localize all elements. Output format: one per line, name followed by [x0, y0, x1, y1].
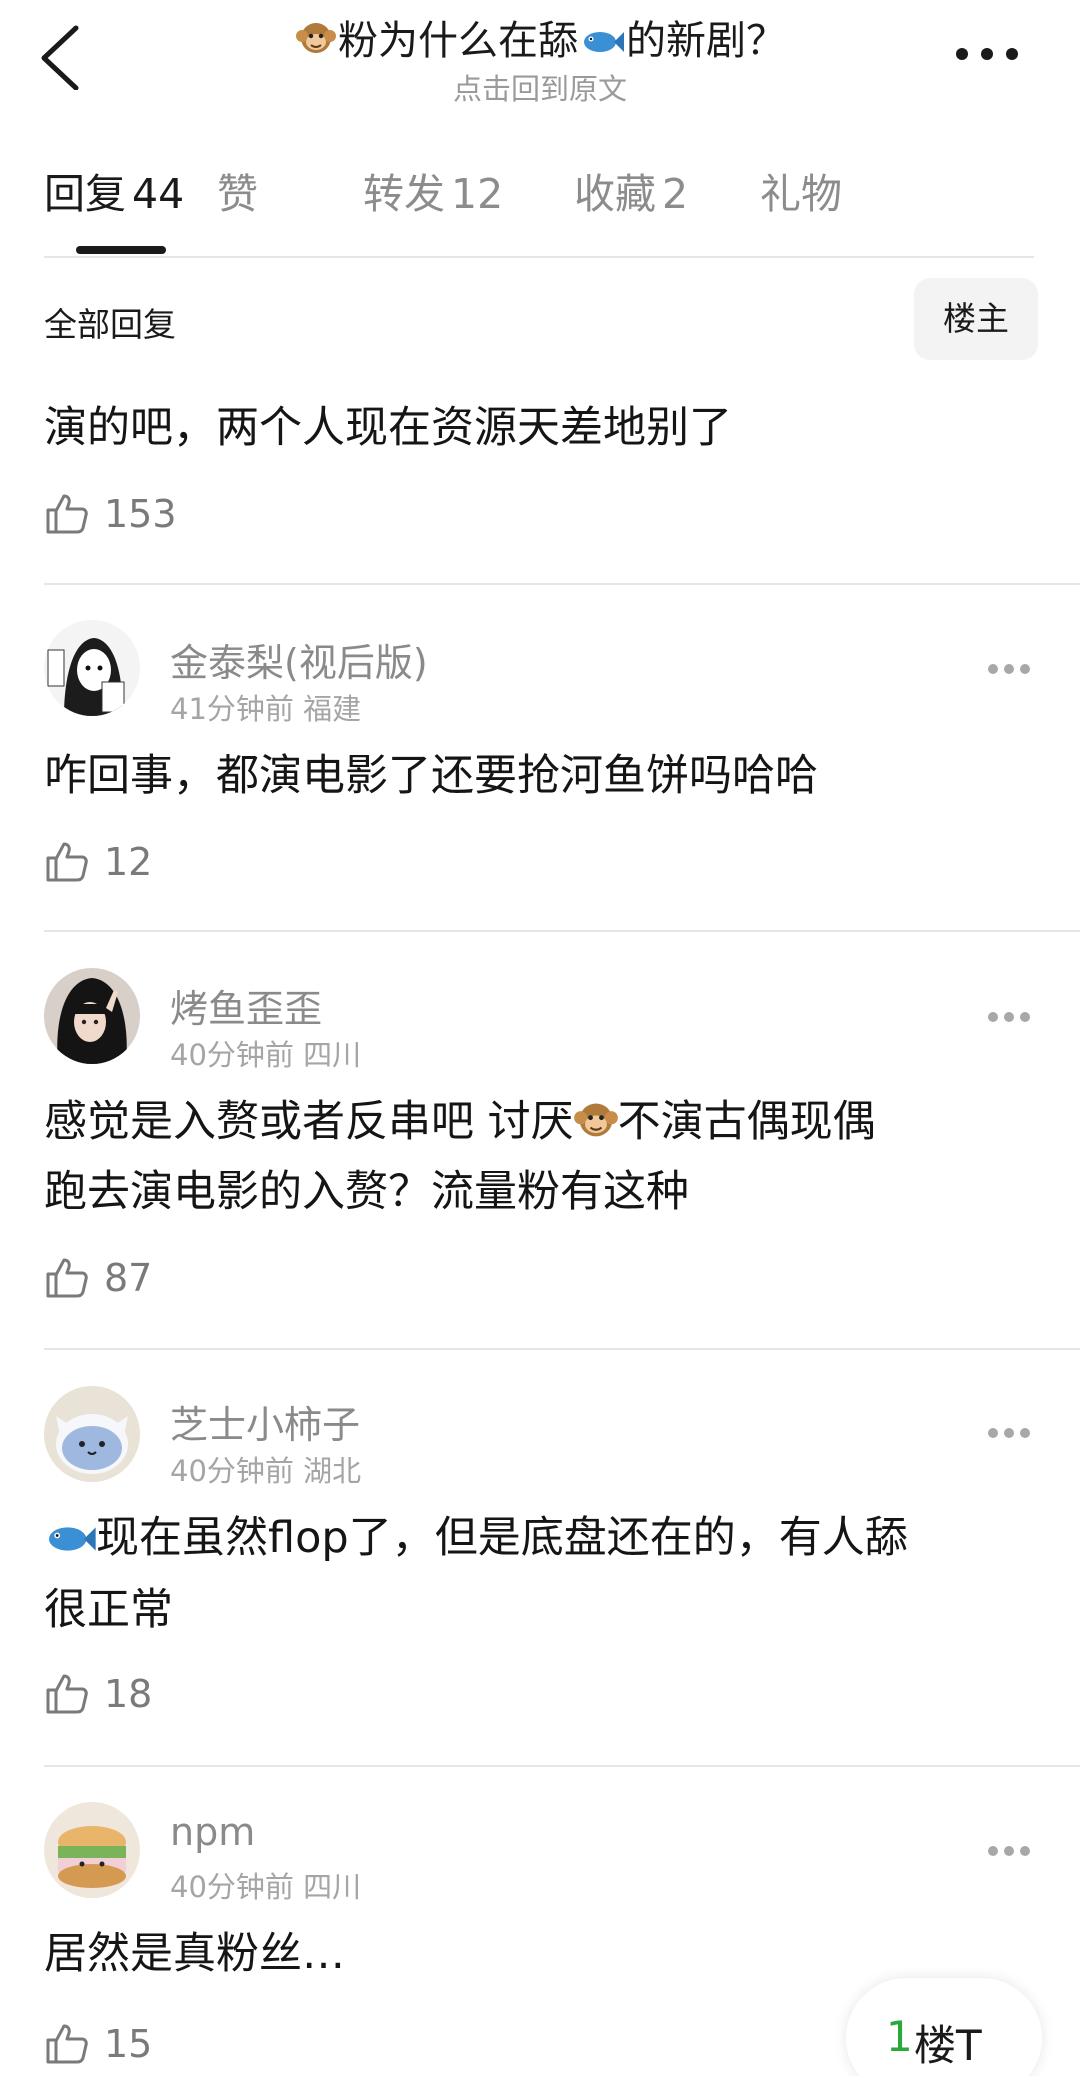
floor-label: 楼T: [914, 2021, 982, 2070]
comment-divider: [44, 583, 1080, 585]
comment-time: 40分钟前: [170, 1870, 294, 1904]
monkey-icon: [296, 18, 336, 70]
username[interactable]: npm: [170, 1810, 255, 1854]
comment-more-button[interactable]: [986, 1428, 1032, 1440]
thumbs-up-icon: [46, 494, 88, 534]
title-text-end: 的新剧？: [626, 18, 786, 64]
comment-location: 四川: [303, 1038, 362, 1072]
tab-reposts[interactable]: 转发 12: [363, 160, 503, 220]
username[interactable]: 金泰梨(视后版): [170, 632, 428, 687]
tab-likes[interactable]: 赞: [217, 160, 258, 220]
comment-divider: [44, 1765, 1080, 1767]
comment-text-part: 不演古偶现偶: [617, 1097, 876, 1147]
comment-location: 湖北: [303, 1454, 362, 1488]
comment-text: 演的吧，两个人现在资源天差地别了: [44, 403, 732, 453]
avatar[interactable]: [44, 1802, 140, 1898]
fish-icon: [580, 24, 624, 70]
comment-location: 四川: [303, 1870, 362, 1904]
comment-location: 福建: [303, 692, 362, 726]
comment-text-line2: 很正常: [44, 1585, 173, 1635]
like-count: 153: [104, 492, 177, 536]
tab-label: 回复: [44, 170, 126, 218]
active-tab-indicator: [76, 246, 166, 254]
top-bar: 粉为什么在舔 的新剧？ 点击回到原文: [0, 0, 1080, 130]
tab-gifts[interactable]: 礼物: [760, 160, 842, 220]
tab-favorites[interactable]: 收藏 2: [574, 160, 688, 220]
like-count: 12: [104, 840, 153, 884]
tab-label: 转发: [363, 170, 445, 218]
comment-divider: [44, 930, 1080, 932]
op-only-button[interactable]: 楼主: [914, 278, 1038, 360]
title-text-start: 粉为什么在舔: [338, 18, 578, 64]
thumbs-up-icon: [46, 1674, 88, 1714]
like-count: 18: [104, 1672, 153, 1716]
comment-text: 咋回事，都演电影了还要抢河鱼饼吗哈哈: [44, 751, 818, 801]
comment-more-button[interactable]: [986, 1012, 1032, 1024]
all-replies-label: 全部回复: [44, 305, 176, 344]
comment-meta: 40分钟前 湖北: [170, 1448, 361, 1490]
tab-count: 44: [132, 170, 185, 218]
comment-text-part: 现在虽然flop了，但是底盘还在的，有人舔: [96, 1513, 908, 1563]
tab-count: 2: [662, 170, 689, 218]
tab-count: 12: [451, 170, 504, 218]
comment-meta: 40分钟前 四川: [170, 1864, 361, 1906]
floor-jump-button[interactable]: 1 楼T: [846, 1978, 1042, 2076]
avatar[interactable]: [44, 1386, 140, 1482]
tab-label: 收藏: [574, 170, 656, 218]
back-to-post-link[interactable]: 点击回到原文: [0, 66, 1080, 108]
tab-replies[interactable]: 回复 44: [44, 160, 184, 220]
username[interactable]: 芝士小柿子: [170, 1394, 360, 1449]
comment-meta: 40分钟前 四川: [170, 1032, 361, 1074]
comment-time: 40分钟前: [170, 1454, 294, 1488]
comment-text-part: 感觉是入赘或者反串吧 讨厌: [44, 1097, 574, 1147]
comment-time: 40分钟前: [170, 1038, 294, 1072]
floor-number: 1: [886, 2012, 913, 2061]
post-title[interactable]: 粉为什么在舔 的新剧？: [0, 8, 1080, 70]
tab-bar: 回复 44 赞 转发 12 收藏 2 礼物: [44, 160, 1034, 260]
comment-meta: 41分钟前 福建: [170, 686, 361, 728]
thumbs-up-icon: [46, 2024, 88, 2064]
thumbs-up-icon: [46, 1258, 88, 1298]
tabs-divider: [44, 256, 1034, 258]
tab-label: 礼物: [760, 170, 842, 218]
comment-text-line2: 跑去演电影的入赘？流量粉有这种: [44, 1167, 689, 1217]
reply-page: 粉为什么在舔 的新剧？ 点击回到原文 回复 44 赞 转发 12 收藏 2 礼物…: [0, 0, 1080, 2076]
tab-label: 赞: [217, 170, 258, 218]
comment-more-button[interactable]: [986, 664, 1032, 676]
thumbs-up-icon: [46, 842, 88, 882]
avatar[interactable]: [44, 620, 140, 716]
like-count: 15: [104, 2022, 153, 2066]
comment-more-button[interactable]: [986, 1846, 1032, 1858]
comment-time: 41分钟前: [170, 692, 294, 726]
avatar[interactable]: [44, 968, 140, 1064]
like-count: 87: [104, 1256, 153, 1300]
more-options-button[interactable]: [952, 42, 1022, 66]
comment-divider: [44, 1348, 1080, 1350]
username[interactable]: 烤鱼歪歪: [170, 978, 322, 1033]
